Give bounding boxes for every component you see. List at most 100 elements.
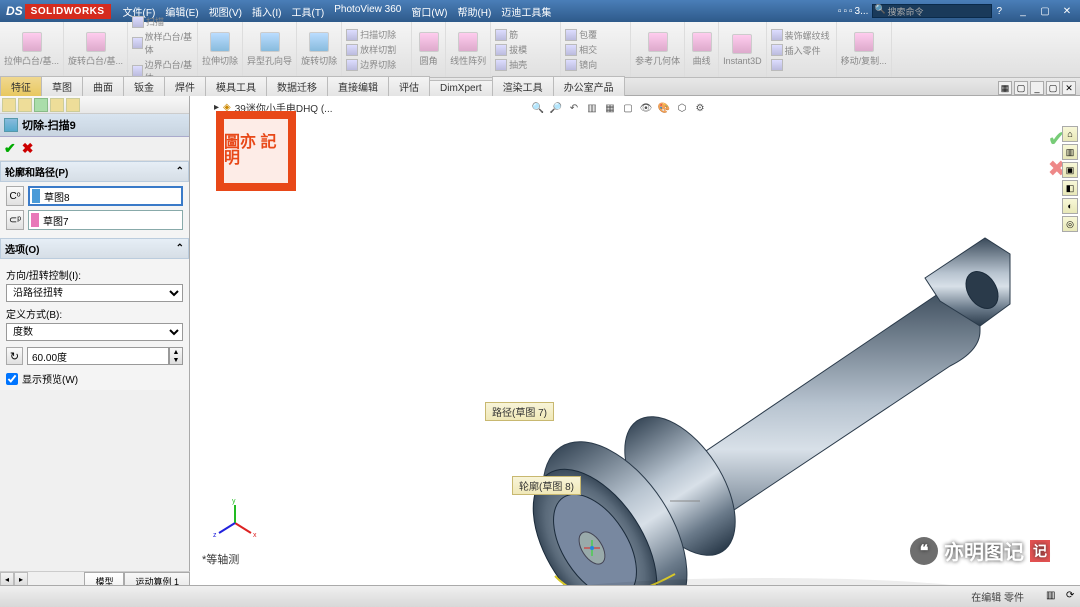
rib-instant3d[interactable]: Instant3D <box>719 22 767 77</box>
rib-sweep-group[interactable]: 扫描 放样凸台/基体 边界凸台/基体 <box>128 22 198 77</box>
cancel-button[interactable]: ✖ <box>22 140 34 157</box>
rib-thread-group[interactable]: 装饰螺纹线 插入零件 <box>767 22 837 77</box>
define-label: 定义方式(B): <box>6 306 183 321</box>
taskpane-view-palette-icon[interactable]: ◧ <box>1062 180 1078 196</box>
zoom-area-icon[interactable]: 🔎 <box>548 100 564 116</box>
tab-datamig[interactable]: 数据迁移 <box>266 76 328 96</box>
tab-moldtools[interactable]: 模具工具 <box>205 76 267 96</box>
callout-profile[interactable]: 轮廓(草图 8) <box>512 476 581 495</box>
rib-wrap-group[interactable]: 包覆 相交 镜向 <box>561 22 631 77</box>
apply-scene-icon[interactable]: ⬡ <box>674 100 690 116</box>
taskpane-resources-icon[interactable]: ⌂ <box>1062 126 1078 142</box>
mdi-cascade-icon[interactable]: ▢ <box>1014 81 1028 95</box>
tab-office[interactable]: 办公室产品 <box>553 76 625 96</box>
rib-extrude-boss[interactable]: 拉伸凸台/基... <box>0 22 64 77</box>
menu-maidi[interactable]: 迈迪工具集 <box>501 4 551 19</box>
callout-path[interactable]: 路径(草图 7) <box>485 402 554 421</box>
fm-prop-icon[interactable] <box>18 98 32 112</box>
zoom-fit-icon[interactable]: 🔍 <box>530 100 546 116</box>
menu-tools[interactable]: 工具(T) <box>291 4 324 19</box>
rib-cut-group[interactable]: 扫描切除 放样切割 边界切除 <box>342 22 412 77</box>
view-triad[interactable]: x y z <box>215 503 255 543</box>
fm-scrollbar[interactable]: ◂ ▸ 模型 运动算例 1 <box>0 571 190 585</box>
status-unit-icon[interactable]: ▥ <box>1046 590 1060 604</box>
tab-weldment[interactable]: 焊件 <box>164 76 206 96</box>
tab-sketch[interactable]: 草图 <box>41 76 83 96</box>
taskpane-file-explorer-icon[interactable]: ▣ <box>1062 162 1078 178</box>
mdi-tile-icon[interactable]: ▦ <box>998 81 1012 95</box>
tab-dimxpert[interactable]: DimXpert <box>429 80 493 96</box>
status-rebuild-icon[interactable]: ⟳ <box>1066 590 1080 604</box>
angle-icon[interactable]: ↻ <box>6 347 23 365</box>
edit-appearance-icon[interactable]: 🎨 <box>656 100 672 116</box>
qat-new-icon[interactable]: ▫ <box>838 6 840 17</box>
rib-revolve-boss[interactable]: 旋转凸台/基... <box>64 22 128 77</box>
help-icon[interactable]: ? <box>996 6 1002 17</box>
mdi-restore-icon[interactable]: ▢ <box>1046 81 1060 95</box>
graphics-viewport[interactable]: ▸ ◈ 39迷你小手电DHQ (... 🔍 🔎 ↶ ▥ ▦ ▢ 👁 🎨 ⬡ ⚙ … <box>190 96 1080 585</box>
3d-model <box>420 156 1020 585</box>
view-settings-icon[interactable]: ⚙ <box>692 100 708 116</box>
scroll-right-icon[interactable]: ▸ <box>14 572 28 586</box>
hide-show-icon[interactable]: 👁 <box>638 100 654 116</box>
orientation-label: *等轴测 <box>202 551 239 567</box>
define-by-select[interactable]: 度数 <box>6 323 183 341</box>
channel-watermark: ❝ 亦明图记 记 <box>910 536 1050 565</box>
chevron-up-icon: ⌃ <box>176 243 184 254</box>
rib-revolve-cut[interactable]: 旋转切除 <box>297 22 342 77</box>
path-field[interactable]: 草图7 <box>28 210 183 230</box>
fm-dimxpert-icon[interactable] <box>50 98 64 112</box>
window-close-icon[interactable]: ✕ <box>1058 4 1076 18</box>
rib-hole-wizard[interactable]: 异型孔向导 <box>243 22 297 77</box>
fm-display-icon[interactable] <box>66 98 80 112</box>
window-minimize-icon[interactable]: _ <box>1014 4 1032 18</box>
fm-tree-icon[interactable] <box>2 98 16 112</box>
ribbon-toolbar: 拉伸凸台/基... 旋转凸台/基... 扫描 放样凸台/基体 边界凸台/基体 拉… <box>0 22 1080 78</box>
rib-curves[interactable]: 曲线 <box>685 22 719 77</box>
taskpane-design-library-icon[interactable]: ▥ <box>1062 144 1078 160</box>
tab-direct[interactable]: 直接编辑 <box>327 76 389 96</box>
section-view-icon[interactable]: ▥ <box>584 100 600 116</box>
qat-open-icon[interactable]: ▫ <box>843 6 845 17</box>
section-profile-path[interactable]: 轮廓和路径(P)⌃ <box>0 161 189 182</box>
rib-extrude-cut[interactable]: 拉伸切除 <box>198 22 243 77</box>
fm-config-icon[interactable] <box>34 98 48 112</box>
fm-tab-icons <box>0 96 189 114</box>
search-input[interactable]: 搜索命令 <box>872 4 992 18</box>
rib-rib-group[interactable]: 筋 拔模 抽壳 <box>491 22 561 77</box>
menu-insert[interactable]: 插入(I) <box>252 4 281 19</box>
taskpane-appearances-icon[interactable]: ◐ <box>1062 198 1078 214</box>
tab-sheetmetal[interactable]: 钣金 <box>123 76 165 96</box>
display-style-icon[interactable]: ▢ <box>620 100 636 116</box>
menu-window[interactable]: 窗口(W) <box>411 4 447 19</box>
menu-photoview[interactable]: PhotoView 360 <box>334 4 401 19</box>
profile-field[interactable]: 草图8 <box>28 186 183 206</box>
taskpane-custom-icon[interactable]: ◎ <box>1062 216 1078 232</box>
menu-help[interactable]: 帮助(H) <box>457 4 491 19</box>
angle-input[interactable] <box>27 347 169 365</box>
preview-checkbox[interactable]: 显示预览(W) <box>6 371 183 386</box>
angle-spinner[interactable]: ▲▼ <box>169 347 183 365</box>
watermark-stamp: 圖亦 記明 <box>190 96 330 225</box>
section-options[interactable]: 选项(O)⌃ <box>0 238 189 259</box>
path-selector-icon[interactable]: ⊂ᵖ <box>6 210 24 230</box>
qat-save-icon[interactable]: ▫ <box>849 6 851 17</box>
mdi-close-icon[interactable]: ✕ <box>1062 81 1076 95</box>
rib-refgeom[interactable]: 参考几何体 <box>631 22 685 77</box>
mdi-minimize-icon[interactable]: _ <box>1030 81 1044 95</box>
scroll-left-icon[interactable]: ◂ <box>0 572 14 586</box>
prev-view-icon[interactable]: ↶ <box>566 100 582 116</box>
rib-linear-pattern[interactable]: 线性阵列 <box>446 22 491 77</box>
ok-button[interactable]: ✔ <box>4 140 16 157</box>
tab-features[interactable]: 特征 <box>0 76 42 96</box>
rib-fillet[interactable]: 圆角 <box>412 22 446 77</box>
tab-evaluate[interactable]: 评估 <box>388 76 430 96</box>
view-orientation-icon[interactable]: ▦ <box>602 100 618 116</box>
menu-view[interactable]: 视图(V) <box>209 4 242 19</box>
tab-render[interactable]: 渲染工具 <box>492 76 554 96</box>
profile-selector-icon[interactable]: Cᵒ <box>6 186 24 206</box>
window-restore-icon[interactable]: ▢ <box>1036 4 1054 18</box>
rib-move-copy[interactable]: 移动/复制... <box>837 22 892 77</box>
twist-control-select[interactable]: 沿路径扭转 <box>6 284 183 302</box>
tab-surface[interactable]: 曲面 <box>82 76 124 96</box>
